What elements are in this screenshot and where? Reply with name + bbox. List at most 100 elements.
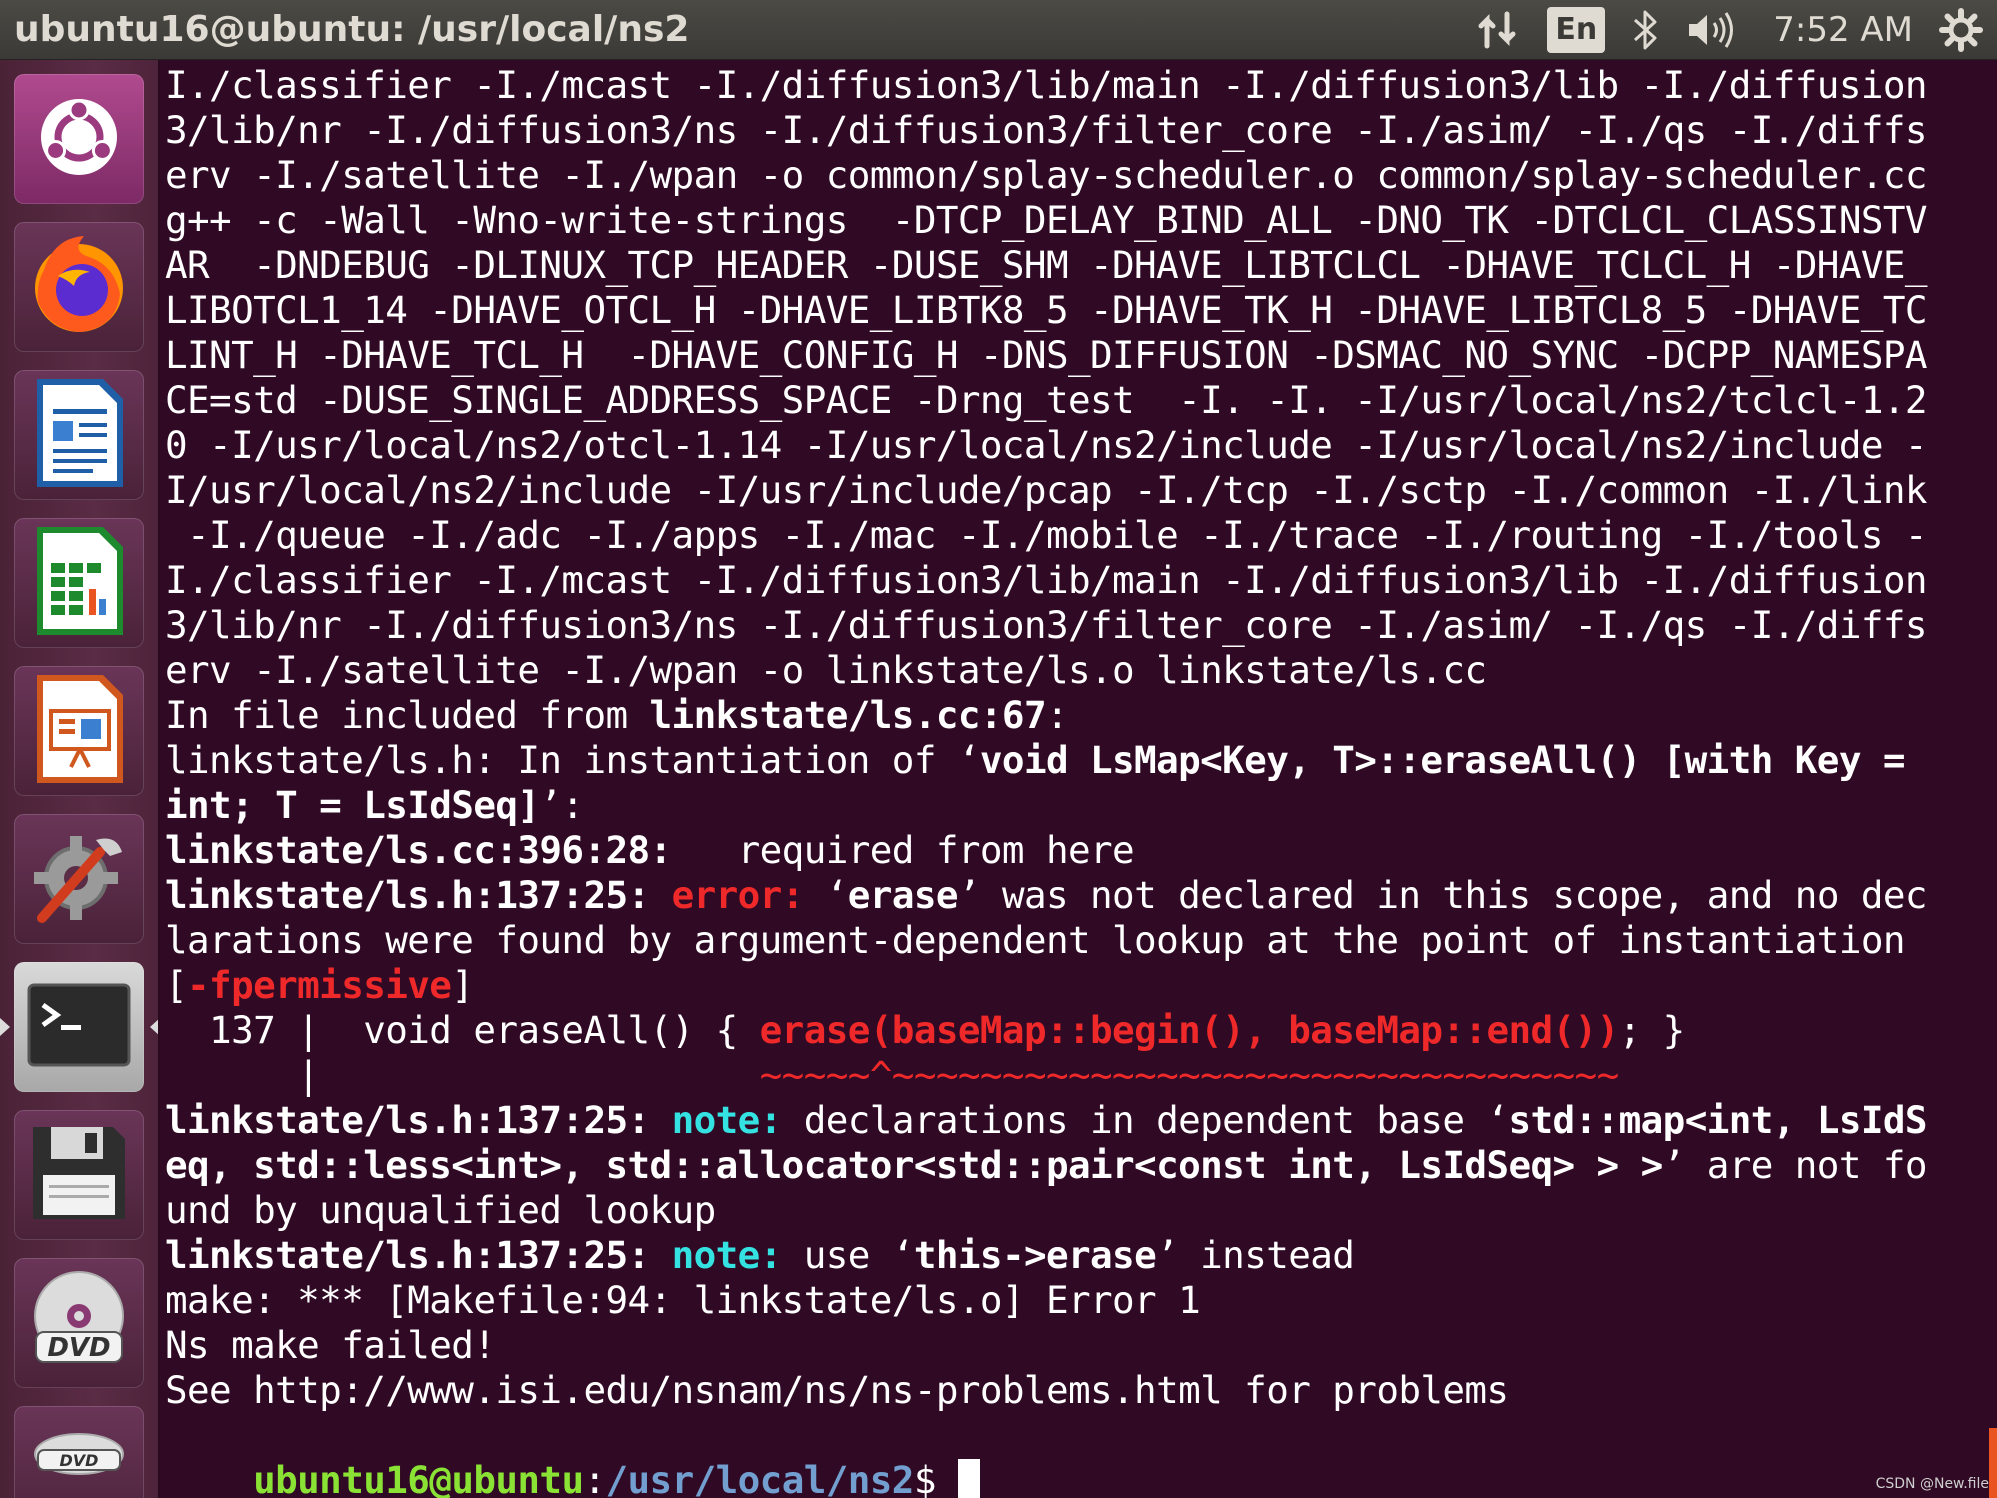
terminal-text: use ‘	[803, 1233, 915, 1277]
terminal-text: 3/lib/nr -I./diffusion3/ns -I./diffusion…	[165, 108, 1928, 152]
terminal-line: In file included from linkstate/ls.cc:67…	[165, 693, 1927, 738]
terminal-text: ’ are not fo	[1662, 1143, 1928, 1187]
terminal-text: :	[1045, 693, 1069, 737]
terminal-line: [-fpermissive]	[165, 963, 1927, 1008]
launcher-item-save[interactable]	[14, 1110, 144, 1240]
prompt-symbol: $	[913, 1458, 958, 1498]
svg-text:DVD: DVD	[47, 1333, 110, 1363]
scrollbar-indicator[interactable]	[1989, 1428, 1997, 1498]
terminal-text: ’:	[539, 783, 584, 827]
terminal-text: 137 | void eraseAll() {	[165, 1008, 760, 1052]
launcher-item-impress[interactable]	[14, 666, 144, 796]
terminal-line: CE=std -DUSE_SINGLE_ADDRESS_SPACE -Drng_…	[165, 378, 1928, 423]
gear-icon[interactable]	[1939, 8, 1983, 52]
launcher-item-dvd-2[interactable]: DVD	[14, 1406, 144, 1498]
top-panel: ubuntu16@ubuntu: /usr/local/ns2 En 7:52 …	[0, 0, 1997, 60]
terminal-line: make: *** [Makefile:94: linkstate/ls.o] …	[165, 1278, 1927, 1323]
clock[interactable]: 7:52 AM	[1773, 0, 1913, 60]
launcher-item-dash[interactable]	[14, 74, 144, 204]
indicator-area: En 7:52 AM	[1477, 0, 1983, 60]
volume-icon[interactable]	[1687, 10, 1739, 50]
terminal-line: linkstate/ls.h:137:25: note: use ‘this->…	[165, 1233, 1927, 1278]
terminal-text: AR -DNDEBUG -DLINUX_TCP_HEADER -DUSE_SHM…	[165, 243, 1928, 287]
terminal-text: In file included from	[165, 693, 650, 737]
terminal-line: 3/lib/nr -I./diffusion3/ns -I./diffusion…	[165, 603, 1928, 648]
terminal-text: declarations in dependent base ‘	[803, 1098, 1509, 1142]
terminal-line: und by unqualified lookup	[165, 1188, 1927, 1233]
terminal-text: larations were found by argument-depende…	[165, 918, 1906, 962]
launcher-item-terminal[interactable]	[0, 962, 158, 1092]
terminal-line: larations were found by argument-depende…	[165, 918, 1927, 963]
terminal-text: erv -I./satellite -I./wpan -o common/spl…	[165, 153, 1928, 197]
terminal-text: std::map<int, LsIdS	[1508, 1098, 1928, 1142]
terminal-line: linkstate/ls.h:137:25: note: declaration…	[165, 1098, 1928, 1143]
terminal-text: ]	[451, 963, 474, 1007]
ubuntu-logo-icon	[31, 89, 127, 190]
window-title: ubuntu16@ubuntu: /usr/local/ns2	[14, 9, 690, 50]
terminal-line: 0 -I/usr/local/ns2/otcl-1.14 -I/usr/loca…	[165, 423, 1928, 468]
terminal-text: linkstate/ls.h: In instantiation of ‘	[165, 738, 980, 782]
terminal-line: erv -I./satellite -I./wpan -o common/spl…	[165, 153, 1928, 198]
terminal-text: required from here	[671, 828, 1135, 872]
terminal-text: ; }	[1618, 1008, 1686, 1052]
terminal-line: AR -DNDEBUG -DLINUX_TCP_HEADER -DUSE_SHM…	[165, 243, 1928, 288]
terminal-text: und by unqualified lookup	[165, 1188, 716, 1232]
terminal-text: LIBOTCL1_14 -DHAVE_OTCL_H -DHAVE_LIBTK8_…	[165, 288, 1928, 332]
launcher-item-dvd[interactable]: DVD	[14, 1258, 144, 1388]
terminal-text: void LsMap<Key, T>::eraseAll() [with Key…	[979, 738, 1906, 782]
bluetooth-icon[interactable]	[1631, 8, 1661, 52]
text-cursor	[957, 1459, 980, 1498]
terminal-line: g++ -c -Wall -Wno-write-strings -DTCP_DE…	[165, 198, 1928, 243]
launcher-item-settings[interactable]	[14, 814, 144, 944]
network-updown-icon[interactable]	[1477, 10, 1521, 50]
prompt-user-host: ubuntu16@ubuntu	[253, 1458, 584, 1498]
terminal-icon	[27, 983, 131, 1072]
terminal-text: linkstate/ls.h:137:25:	[165, 1233, 672, 1277]
terminal-line: Ns make failed!	[165, 1323, 1927, 1368]
terminal-text: I./classifier -I./mcast -I./diffusion3/l…	[165, 63, 1928, 107]
terminal-line: LINT_H -DHAVE_TCL_H -DHAVE_CONFIG_H -DNS…	[165, 333, 1928, 378]
terminal-line: linkstate/ls.h:137:25: error: ‘erase’ wa…	[165, 873, 1928, 918]
settings-wrench-icon	[24, 822, 134, 937]
terminal-prompt-line[interactable]: ubuntu16@ubuntu:/usr/local/ns2$	[165, 1413, 980, 1498]
terminal-window[interactable]: I./classifier -I./mcast -I./diffusion3/l…	[162, 60, 1997, 1498]
terminal-line: eq, std::less<int>, std::allocator<std::…	[165, 1143, 1928, 1188]
writer-document-icon	[29, 375, 129, 496]
terminal-line: I./classifier -I./mcast -I./diffusion3/l…	[165, 63, 1928, 108]
terminal-text: erase	[847, 873, 959, 917]
terminal-text: g++ -c -Wall -Wno-write-strings -DTCP_DE…	[165, 198, 1928, 242]
watermark: CSDN @New.file	[1875, 1476, 1989, 1492]
terminal-text: erv -I./satellite -I./wpan -o linkstate/…	[165, 648, 1487, 692]
note-text: note:	[671, 1233, 804, 1277]
terminal-text: int; T = LsIdSeq]	[165, 783, 540, 827]
terminal-line: LIBOTCL1_14 -DHAVE_OTCL_H -DHAVE_LIBTK8_…	[165, 288, 1928, 333]
terminal-text: linkstate/ls.cc:396:28:	[165, 828, 672, 872]
error-text: erase(baseMap::begin(), baseMap::end())	[759, 1008, 1620, 1052]
terminal-text: Ns make failed!	[165, 1323, 496, 1367]
terminal-line: | ~~~~~^~~~~~~~~~~~~~~~~~~~~~~~~~~~~~~~~…	[165, 1053, 1927, 1098]
terminal-line: 3/lib/nr -I./diffusion3/ns -I./diffusion…	[165, 108, 1928, 153]
terminal-text: 0 -I/usr/local/ns2/otcl-1.14 -I/usr/loca…	[165, 423, 1928, 467]
terminal-output: I./classifier -I./mcast -I./diffusion3/l…	[165, 63, 1928, 1413]
terminal-text: LINT_H -DHAVE_TCL_H -DHAVE_CONFIG_H -DNS…	[165, 333, 1928, 377]
error-text: -fpermissive	[187, 963, 452, 1007]
impress-presentation-icon	[29, 671, 129, 792]
note-text: note:	[671, 1098, 804, 1142]
floppy-disk-icon	[27, 1121, 131, 1230]
launcher: DVD DVD	[0, 60, 160, 1498]
dvd-icon: DVD	[24, 1266, 134, 1381]
launcher-item-calc[interactable]	[14, 518, 144, 648]
launcher-item-writer[interactable]	[14, 370, 144, 500]
launcher-item-firefox[interactable]	[14, 222, 144, 352]
dvd-icon: DVD	[24, 1414, 134, 1498]
terminal-line: 137 | void eraseAll() { erase(baseMap::b…	[165, 1008, 1927, 1053]
terminal-text: linkstate/ls.h:137:25:	[165, 873, 672, 917]
error-text: error:	[671, 873, 826, 917]
calc-spreadsheet-icon	[29, 523, 129, 644]
terminal-text: [	[165, 963, 188, 1007]
firefox-icon	[24, 230, 134, 345]
keyboard-layout-indicator[interactable]: En	[1547, 7, 1606, 53]
terminal-line: linkstate/ls.h: In instantiation of ‘voi…	[165, 738, 1927, 783]
terminal-line: int; T = LsIdSeq]’:	[165, 783, 1927, 828]
terminal-line: linkstate/ls.cc:396:28: required from he…	[165, 828, 1927, 873]
